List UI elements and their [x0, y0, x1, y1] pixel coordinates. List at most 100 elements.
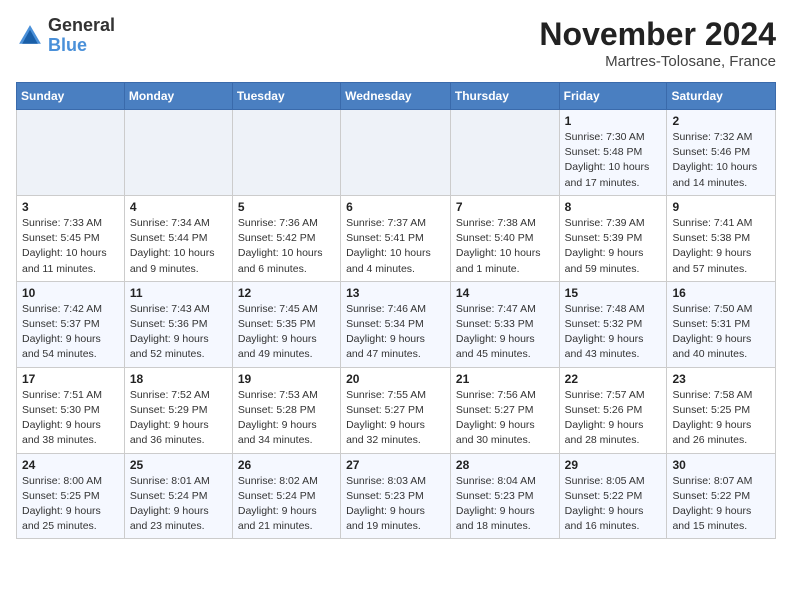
day-number: 22	[565, 372, 662, 386]
title-block: November 2024 Martres-Tolosane, France	[539, 16, 776, 70]
day-info: Sunrise: 7:36 AM Sunset: 5:42 PM Dayligh…	[238, 216, 335, 277]
calendar-cell: 18 Sunrise: 7:52 AM Sunset: 5:29 PM Dayli…	[124, 367, 232, 453]
calendar-cell: 15 Sunrise: 7:48 AM Sunset: 5:32 PM Dayli…	[559, 281, 667, 367]
weekday-header-wednesday: Wednesday	[341, 83, 451, 110]
calendar-cell	[124, 110, 232, 196]
day-number: 20	[346, 372, 445, 386]
calendar-cell: 14 Sunrise: 7:47 AM Sunset: 5:33 PM Dayli…	[450, 281, 559, 367]
day-info: Sunrise: 7:52 AM Sunset: 5:29 PM Dayligh…	[130, 388, 227, 449]
calendar-cell: 3 Sunrise: 7:33 AM Sunset: 5:45 PM Daylig…	[17, 195, 125, 281]
calendar-week-row: 24 Sunrise: 8:00 AM Sunset: 5:25 PM Dayli…	[17, 453, 776, 539]
day-number: 24	[22, 458, 119, 472]
day-info: Sunrise: 8:01 AM Sunset: 5:24 PM Dayligh…	[130, 474, 227, 535]
logo-icon	[16, 22, 44, 50]
day-info: Sunrise: 8:00 AM Sunset: 5:25 PM Dayligh…	[22, 474, 119, 535]
day-number: 8	[565, 200, 662, 214]
calendar-cell: 24 Sunrise: 8:00 AM Sunset: 5:25 PM Dayli…	[17, 453, 125, 539]
calendar-cell: 28 Sunrise: 8:04 AM Sunset: 5:23 PM Dayli…	[450, 453, 559, 539]
logo-blue-text: Blue	[48, 35, 87, 55]
day-info: Sunrise: 7:57 AM Sunset: 5:26 PM Dayligh…	[565, 388, 662, 449]
calendar-cell: 10 Sunrise: 7:42 AM Sunset: 5:37 PM Dayli…	[17, 281, 125, 367]
calendar-week-row: 17Sunrise: 7:51 AM Sunset: 5:30 PM Dayli…	[17, 367, 776, 453]
calendar-cell: 5 Sunrise: 7:36 AM Sunset: 5:42 PM Daylig…	[232, 195, 340, 281]
calendar-cell: 6 Sunrise: 7:37 AM Sunset: 5:41 PM Daylig…	[341, 195, 451, 281]
weekday-header-saturday: Saturday	[667, 83, 776, 110]
day-number: 5	[238, 200, 335, 214]
logo-text: General Blue	[48, 16, 115, 56]
calendar-cell: 2 Sunrise: 7:32 AM Sunset: 5:46 PM Daylig…	[667, 110, 776, 196]
calendar-cell: 21Sunrise: 7:56 AM Sunset: 5:27 PM Dayli…	[450, 367, 559, 453]
calendar-cell: 26Sunrise: 8:02 AM Sunset: 5:24 PM Dayli…	[232, 453, 340, 539]
day-number: 4	[130, 200, 227, 214]
day-info: Sunrise: 7:33 AM Sunset: 5:45 PM Dayligh…	[22, 216, 119, 277]
calendar-cell: 1 Sunrise: 7:30 AM Sunset: 5:48 PM Daylig…	[559, 110, 667, 196]
day-info: Sunrise: 7:51 AM Sunset: 5:30 PM Dayligh…	[22, 388, 119, 449]
day-number: 10	[22, 286, 119, 300]
day-number: 9	[672, 200, 770, 214]
day-info: Sunrise: 7:53 AM Sunset: 5:28 PM Dayligh…	[238, 388, 335, 449]
day-info: Sunrise: 7:45 AM Sunset: 5:35 PM Dayligh…	[238, 302, 335, 363]
weekday-header-friday: Friday	[559, 83, 667, 110]
day-info: Sunrise: 7:55 AM Sunset: 5:27 PM Dayligh…	[346, 388, 445, 449]
calendar-week-row: 1 Sunrise: 7:30 AM Sunset: 5:48 PM Daylig…	[17, 110, 776, 196]
calendar-cell: 9 Sunrise: 7:41 AM Sunset: 5:38 PM Daylig…	[667, 195, 776, 281]
day-number: 1	[565, 114, 662, 128]
page-header: General Blue November 2024 Martres-Tolos…	[16, 16, 776, 70]
weekday-header-row: SundayMondayTuesdayWednesdayThursdayFrid…	[17, 83, 776, 110]
calendar-table: SundayMondayTuesdayWednesdayThursdayFrid…	[16, 82, 776, 539]
day-number: 13	[346, 286, 445, 300]
day-number: 2	[672, 114, 770, 128]
calendar-cell: 11 Sunrise: 7:43 AM Sunset: 5:36 PM Dayli…	[124, 281, 232, 367]
day-number: 14	[456, 286, 554, 300]
day-number: 15	[565, 286, 662, 300]
calendar-cell: 7 Sunrise: 7:38 AM Sunset: 5:40 PM Daylig…	[450, 195, 559, 281]
day-number: 6	[346, 200, 445, 214]
day-info: Sunrise: 7:56 AM Sunset: 5:27 PM Dayligh…	[456, 388, 554, 449]
calendar-cell	[17, 110, 125, 196]
day-number: 11	[130, 286, 227, 300]
calendar-cell: 20 Sunrise: 7:55 AM Sunset: 5:27 PM Dayli…	[341, 367, 451, 453]
day-info: Sunrise: 8:03 AM Sunset: 5:23 PM Dayligh…	[346, 474, 445, 535]
day-info: Sunrise: 7:42 AM Sunset: 5:37 PM Dayligh…	[22, 302, 119, 363]
calendar-week-row: 3 Sunrise: 7:33 AM Sunset: 5:45 PM Daylig…	[17, 195, 776, 281]
day-info: Sunrise: 8:04 AM Sunset: 5:23 PM Dayligh…	[456, 474, 554, 535]
day-number: 23	[672, 372, 770, 386]
calendar-cell: 29Sunrise: 8:05 AM Sunset: 5:22 PM Dayli…	[559, 453, 667, 539]
day-number: 16	[672, 286, 770, 300]
day-number: 3	[22, 200, 119, 214]
day-info: Sunrise: 7:38 AM Sunset: 5:40 PM Dayligh…	[456, 216, 554, 277]
day-number: 30	[672, 458, 770, 472]
day-number: 18	[130, 372, 227, 386]
calendar-cell: 30Sunrise: 8:07 AM Sunset: 5:22 PM Dayli…	[667, 453, 776, 539]
weekday-header-sunday: Sunday	[17, 83, 125, 110]
day-number: 26	[238, 458, 335, 472]
location-text: Martres-Tolosane, France	[539, 53, 776, 70]
month-title: November 2024	[539, 16, 776, 53]
day-info: Sunrise: 7:43 AM Sunset: 5:36 PM Dayligh…	[130, 302, 227, 363]
weekday-header-thursday: Thursday	[450, 83, 559, 110]
day-info: Sunrise: 7:32 AM Sunset: 5:46 PM Dayligh…	[672, 130, 770, 191]
calendar-cell: 12Sunrise: 7:45 AM Sunset: 5:35 PM Dayli…	[232, 281, 340, 367]
day-number: 28	[456, 458, 554, 472]
day-info: Sunrise: 7:47 AM Sunset: 5:33 PM Dayligh…	[456, 302, 554, 363]
day-info: Sunrise: 7:50 AM Sunset: 5:31 PM Dayligh…	[672, 302, 770, 363]
calendar-cell	[450, 110, 559, 196]
weekday-header-tuesday: Tuesday	[232, 83, 340, 110]
day-number: 7	[456, 200, 554, 214]
day-info: Sunrise: 7:46 AM Sunset: 5:34 PM Dayligh…	[346, 302, 445, 363]
day-info: Sunrise: 7:39 AM Sunset: 5:39 PM Dayligh…	[565, 216, 662, 277]
day-info: Sunrise: 7:58 AM Sunset: 5:25 PM Dayligh…	[672, 388, 770, 449]
calendar-cell: 22 Sunrise: 7:57 AM Sunset: 5:26 PM Dayli…	[559, 367, 667, 453]
day-number: 27	[346, 458, 445, 472]
day-info: Sunrise: 7:37 AM Sunset: 5:41 PM Dayligh…	[346, 216, 445, 277]
logo: General Blue	[16, 16, 115, 56]
day-number: 29	[565, 458, 662, 472]
calendar-cell	[232, 110, 340, 196]
weekday-header-monday: Monday	[124, 83, 232, 110]
calendar-cell: 27 Sunrise: 8:03 AM Sunset: 5:23 PM Dayli…	[341, 453, 451, 539]
day-info: Sunrise: 7:41 AM Sunset: 5:38 PM Dayligh…	[672, 216, 770, 277]
calendar-cell: 19Sunrise: 7:53 AM Sunset: 5:28 PM Dayli…	[232, 367, 340, 453]
calendar-cell: 8 Sunrise: 7:39 AM Sunset: 5:39 PM Daylig…	[559, 195, 667, 281]
day-info: Sunrise: 7:48 AM Sunset: 5:32 PM Dayligh…	[565, 302, 662, 363]
day-info: Sunrise: 7:30 AM Sunset: 5:48 PM Dayligh…	[565, 130, 662, 191]
